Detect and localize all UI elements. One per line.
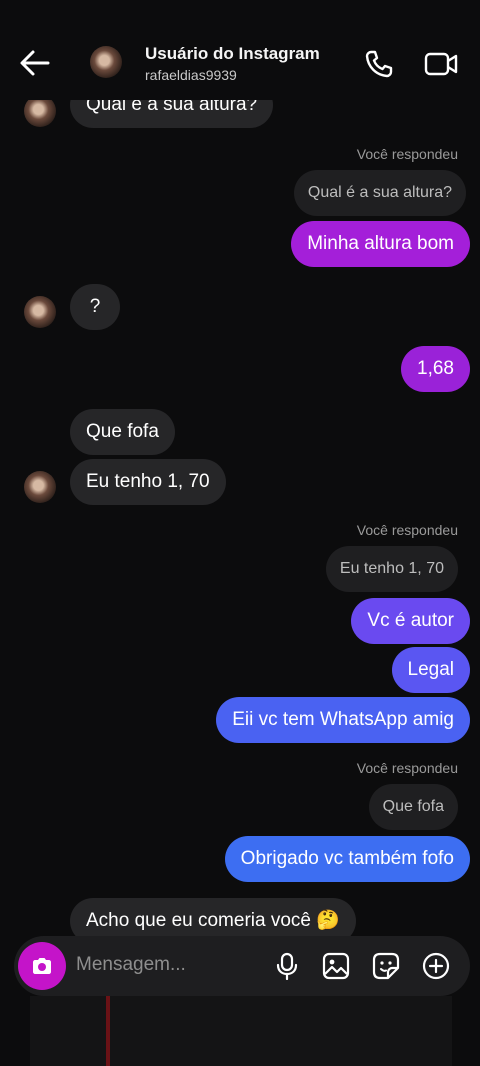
received-message[interactable]: Que fofa [70, 409, 175, 455]
contact-name[interactable]: Usuário do Instagram [145, 44, 320, 64]
sender-avatar[interactable] [24, 296, 56, 328]
replied-to-message[interactable]: Qual é a sua altura? [293, 170, 466, 216]
replied-to-message[interactable]: Eu tenho 1, 70 [325, 546, 458, 592]
reply-label: Você respondeu [356, 522, 458, 538]
received-message[interactable]: Eu tenho 1, 70 [70, 459, 226, 505]
replied-to-message[interactable]: Que fofa [368, 784, 458, 830]
media-preview-strip [106, 990, 110, 1066]
sent-message[interactable]: 1,68 [401, 346, 470, 392]
sent-message[interactable]: Legal [391, 647, 470, 693]
sent-message[interactable]: Vc é autor [351, 598, 470, 644]
sent-message[interactable]: Obrigado vc também fofo [224, 836, 470, 882]
image-icon[interactable] [322, 952, 350, 980]
sent-message[interactable]: Eii vc tem WhatsApp amig [216, 697, 470, 743]
back-arrow-icon[interactable] [18, 46, 52, 80]
video-camera-icon[interactable] [423, 48, 459, 80]
phone-icon[interactable] [363, 48, 395, 80]
contact-avatar[interactable] [90, 46, 122, 78]
reply-label: Você respondeu [356, 760, 458, 776]
microphone-icon[interactable] [273, 952, 301, 980]
chat-header: Usuário do Instagram rafaeldias9939 [0, 0, 480, 100]
sticker-icon[interactable] [372, 952, 400, 980]
plus-icon[interactable] [422, 952, 450, 980]
camera-button[interactable] [18, 942, 66, 990]
camera-icon [33, 958, 51, 974]
sent-message[interactable]: Minha altura bom [291, 221, 470, 267]
media-preview-background [30, 996, 452, 1066]
message-composer: Mensagem... [14, 936, 470, 996]
sender-avatar[interactable] [24, 471, 56, 503]
contact-username[interactable]: rafaeldias9939 [145, 67, 237, 83]
received-message[interactable]: ? [70, 284, 120, 330]
reply-label: Você respondeu [356, 146, 458, 162]
message-input[interactable]: Mensagem... [76, 954, 186, 976]
